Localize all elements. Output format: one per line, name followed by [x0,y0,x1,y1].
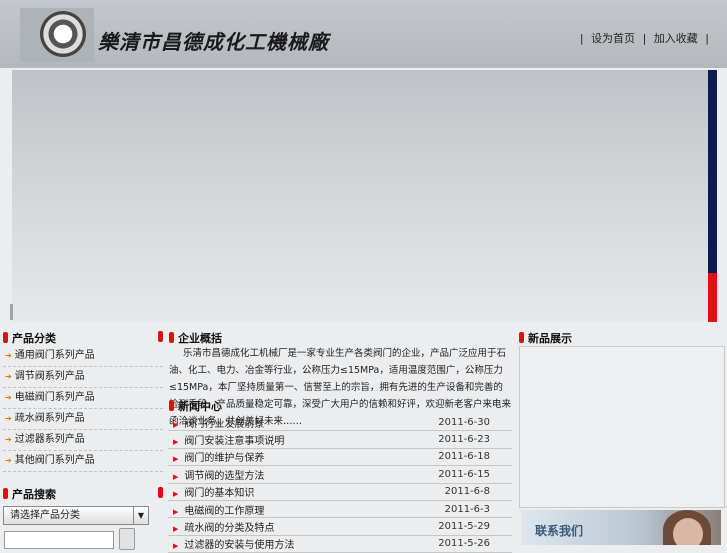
bullet-icon: ▶ [173,507,179,516]
new-products-panel [519,346,725,508]
category-select[interactable]: 请选择产品分类 ▼ [3,506,149,525]
top-links: | 设为首页 | 加入收藏 | [578,30,711,46]
bullet-icon: ▶ [173,542,179,551]
divider: | [642,32,647,45]
bullet-icon: ▶ [173,420,179,429]
banner-side-accent [708,273,717,322]
section-marker-icon [519,332,524,343]
arrow-icon: ➔ [5,456,12,465]
banner [12,70,708,322]
banner-scroll-indicator [10,304,13,320]
category-item[interactable]: ➔ 其他阀门系列产品 [3,451,163,472]
news-item[interactable]: ▶ 阀门安装注意事项说明 2011-6-23 [168,431,512,449]
arrow-icon: ➔ [5,435,12,444]
search-input[interactable] [4,531,114,549]
arrow-icon: ➔ [5,351,12,360]
section-marker-icon [158,331,163,342]
category-item[interactable]: ➔ 过滤器系列产品 [3,430,163,451]
banner-side-bar [708,70,717,273]
arrow-icon: ➔ [5,372,12,381]
divider: | [579,32,584,45]
arrow-icon: ➔ [5,414,12,423]
section-marker-icon [169,332,174,343]
news-list: ▶ 阀门行业发展前景 2011-6-30 ▶ 阀门安装注意事项说明 2011-6-23 … [168,414,512,553]
chevron-down-icon[interactable]: ▼ [133,507,148,524]
category-item[interactable]: ➔ 疏水阀系列产品 [3,409,163,430]
bullet-icon: ▶ [173,472,179,481]
section-marker-icon [169,400,174,411]
section-marker-icon [3,332,8,343]
news-item[interactable]: ▶ 疏水阀的分类及特点 2011-5-29 [168,518,512,536]
contact-us-banner[interactable]: 联系我们 [521,510,721,545]
bullet-icon: ▶ [173,455,179,464]
contact-us-label: 联系我们 [535,524,584,538]
section-marker-icon [3,488,8,499]
category-list: ➔ 通用阀门系列产品 ➔ 调节阀系列产品 ➔ 电磁阀门系列产品 ➔ 疏水阀系列产品 ➔ 过… [3,346,163,472]
company-name: 樂清市昌德成化工機械廠 [98,30,329,54]
news-item[interactable]: ▶ 调节阀的选型方法 2011-6-15 [168,466,512,484]
section-marker-icon [158,487,163,498]
bullet-icon: ▶ [173,438,179,447]
site-header: 樂清市昌德成化工機械廠 | 设为首页 | 加入收藏 | [0,0,727,68]
logo-emblem-icon [40,11,86,57]
bullet-icon: ▶ [173,490,179,499]
divider: | [705,32,709,45]
categories-title: 产品分类 [3,330,56,346]
category-item[interactable]: ➔ 通用阀门系列产品 [3,346,163,367]
set-homepage-link[interactable]: 设为首页 [589,32,637,45]
contact-photo-face [673,518,703,545]
category-item[interactable]: ➔ 电磁阀门系列产品 [3,388,163,409]
news-item[interactable]: ▶ 电磁阀的工作原理 2011-6-3 [168,501,512,519]
arrow-icon: ➔ [5,393,12,402]
search-title: 产品搜索 [3,486,56,502]
news-item[interactable]: ▶ 过滤器的安装与使用方法 2011-5-26 [168,536,512,553]
news-item[interactable]: ▶ 阀门的基本知识 2011-6-8 [168,484,512,501]
news-item[interactable]: ▶ 阀门行业发展前景 2011-6-30 [168,414,512,432]
add-favorite-link[interactable]: 加入收藏 [652,32,700,45]
category-item[interactable]: ➔ 调节阀系列产品 [3,367,163,388]
about-title: 企业概括 [169,330,222,346]
news-item[interactable]: ▶ 阀门的维护与保养 2011-6-18 [168,449,512,467]
news-title: 新闻中心 [169,398,222,414]
new-products-title: 新品展示 [519,330,572,346]
search-button[interactable] [119,528,135,550]
logo[interactable] [20,8,94,62]
bullet-icon: ▶ [173,525,179,534]
